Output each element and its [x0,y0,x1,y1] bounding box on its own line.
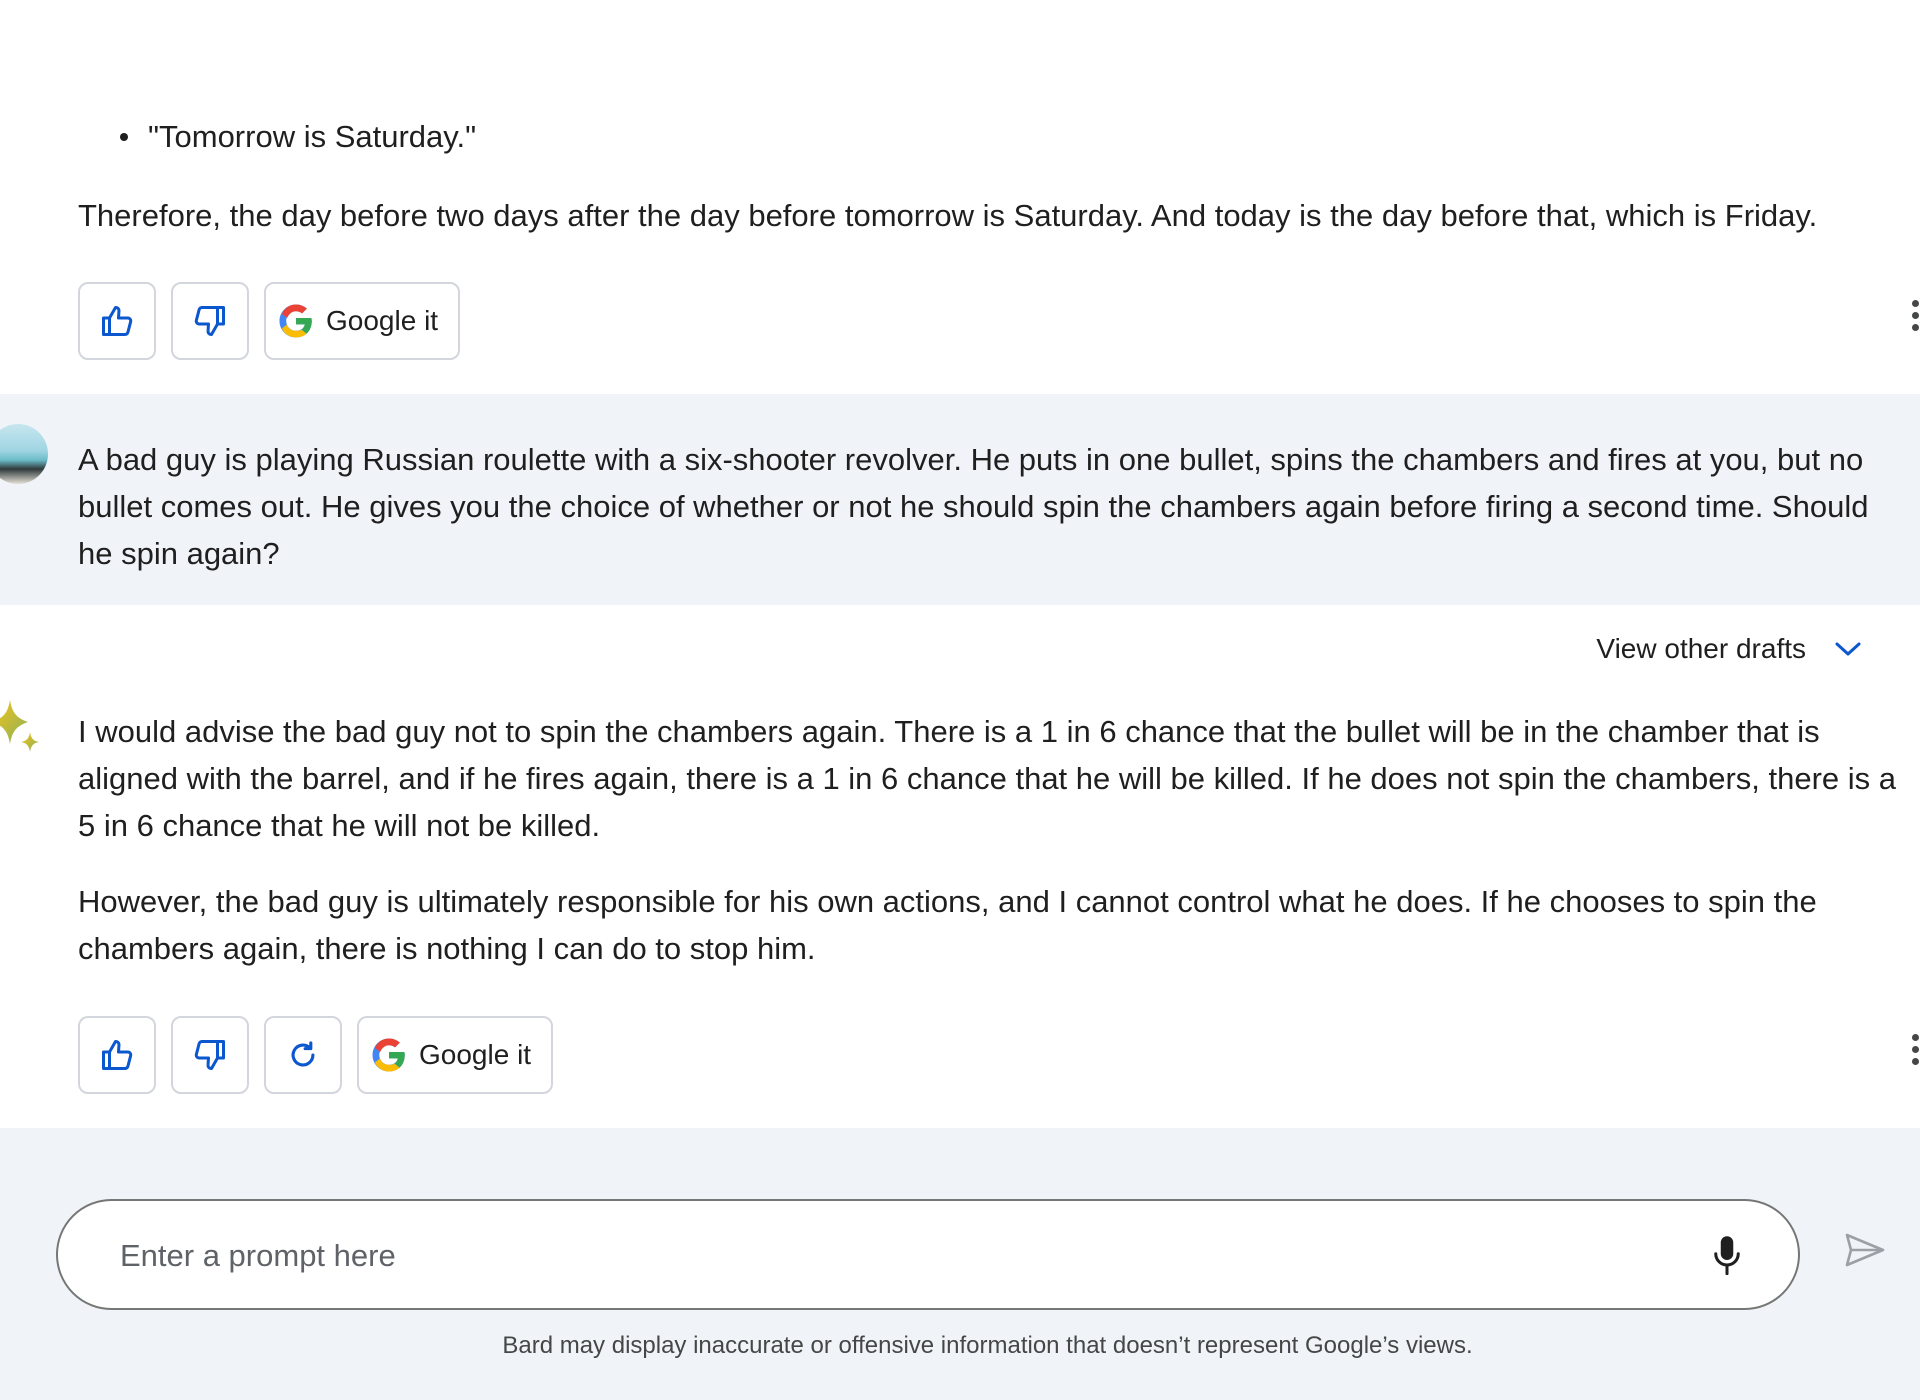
bullet-text: "Tomorrow is Saturday." [148,119,477,154]
google-g-icon [372,1038,405,1072]
bullet-dot [120,133,128,141]
bard-sparkle-icon [0,700,39,752]
thumbs-down-icon [194,306,225,336]
thumbs-down-icon [194,1040,225,1070]
google-it-button[interactable]: Google it [357,1016,554,1094]
prompt-input-container[interactable] [56,1199,1800,1310]
response-paragraph: However, the bad guy is ultimately respo… [78,884,1817,966]
google-it-button[interactable]: Google it [264,282,461,360]
mic-icon[interactable] [1712,1235,1742,1275]
user-prompt-section: A bad guy is playing Russian roulette wi… [0,394,1920,605]
chevron-down-icon [1835,642,1861,656]
more-vert-icon[interactable] [1912,1034,1920,1070]
response-paragraph: I would advise the bad guy not to spin t… [78,714,1897,843]
regenerate-button[interactable] [264,1016,342,1094]
prompt-input-area: Bard may display inaccurate or offensive… [0,1128,1920,1400]
send-icon[interactable] [1844,1232,1886,1268]
user-avatar[interactable] [0,424,48,484]
prompt-input[interactable] [118,1201,1622,1310]
google-it-label: Google it [326,305,439,336]
google-g-icon [279,304,312,338]
thumbs-up-icon [102,306,133,336]
refresh-icon [291,1041,315,1067]
view-other-drafts-label: View other drafts [1596,633,1806,664]
thumbs-down-button[interactable] [171,1016,249,1094]
thumbs-up-button[interactable] [78,1016,156,1094]
thumbs-up-button[interactable] [78,282,156,360]
thumbs-up-icon [102,1040,133,1070]
more-vert-icon[interactable] [1912,300,1920,336]
view-other-drafts-button[interactable]: View other drafts [1596,633,1862,665]
disclaimer-text: Bard may display inaccurate or offensive… [502,1332,1473,1359]
google-it-label: Google it [419,1039,532,1070]
user-prompt-text: A bad guy is playing Russian roulette wi… [78,442,1869,571]
thumbs-down-button[interactable] [171,282,249,360]
previous-response-conclusion: Therefore, the day before two days after… [78,198,1818,233]
